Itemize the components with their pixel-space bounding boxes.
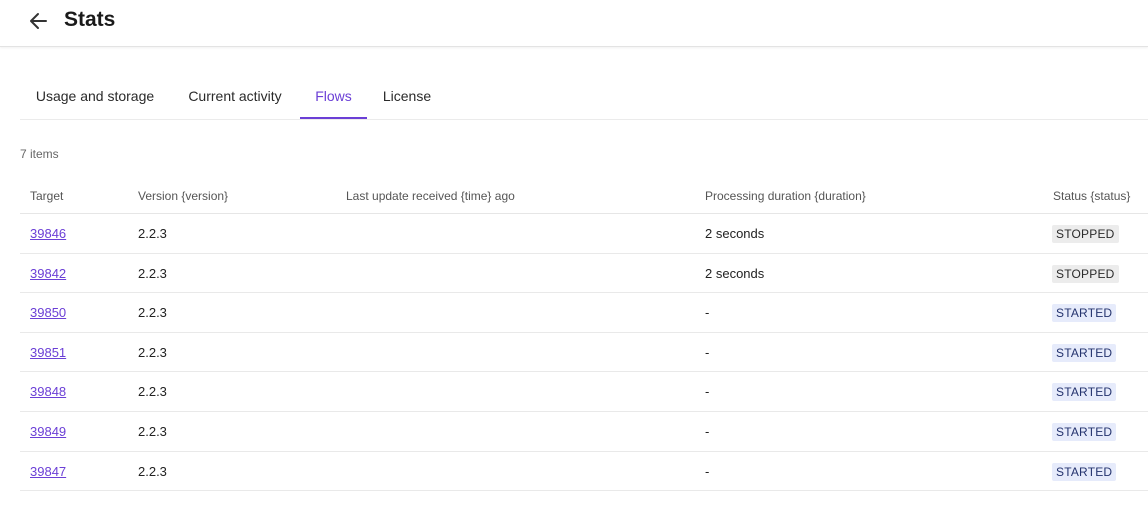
target-link[interactable]: 39842 — [30, 266, 66, 281]
table-row: 39842 2.2.3 2 seconds STOPPED — [20, 254, 1148, 294]
back-button[interactable] — [28, 10, 50, 32]
duration-cell: - — [705, 344, 710, 360]
table-header: Target Version {version} Last update rec… — [20, 176, 1148, 214]
items-count: 7 items — [20, 147, 59, 161]
version-cell: 2.2.3 — [138, 265, 167, 281]
status-badge: STOPPED — [1052, 264, 1119, 283]
column-header-version[interactable]: Version {version} — [138, 189, 228, 203]
table-row: 39848 2.2.3 - STARTED — [20, 372, 1148, 412]
version-cell: 2.2.3 — [138, 226, 167, 241]
tab-current-activity[interactable]: Current activity — [170, 78, 300, 119]
duration-cell: - — [705, 463, 710, 479]
version-cell: 2.2.3 — [138, 344, 167, 360]
flows-table: Target Version {version} Last update rec… — [20, 176, 1148, 492]
tab-license[interactable]: License — [367, 78, 447, 119]
target-link[interactable]: 39846 — [30, 226, 66, 241]
column-header-target[interactable]: Target — [30, 189, 63, 203]
arrow-left-icon — [30, 13, 47, 29]
status-badge: STARTED — [1052, 422, 1117, 441]
duration-cell: - — [705, 305, 710, 321]
version-cell: 2.2.3 — [138, 384, 167, 400]
status-badge: STARTED — [1052, 383, 1117, 402]
table-row: 39849 2.2.3 - STARTED — [20, 412, 1148, 452]
table-row: 39847 2.2.3 - STARTED — [20, 452, 1148, 492]
target-link[interactable]: 39850 — [30, 305, 66, 320]
status-badge: STOPPED — [1052, 225, 1119, 243]
duration-cell: 2 seconds — [705, 226, 765, 241]
table-row: 39846 2.2.3 2 seconds STOPPED — [20, 214, 1148, 254]
tab-bar: Usage and storage Current activity Flows… — [20, 78, 1148, 120]
version-cell: 2.2.3 — [138, 423, 167, 439]
table-body: 39846 2.2.3 2 seconds STOPPED 39842 2.2.3 2 se… — [20, 214, 1148, 492]
page-title: Stats — [64, 8, 116, 31]
page-header: Stats — [0, 0, 1148, 47]
table-row: 39850 2.2.3 - STARTED — [20, 293, 1148, 333]
version-cell: 2.2.3 — [138, 305, 167, 321]
duration-cell: - — [705, 423, 710, 439]
column-header-status[interactable]: Status {status} — [1053, 189, 1130, 203]
status-badge: STARTED — [1052, 343, 1117, 362]
column-header-duration[interactable]: Processing duration {duration} — [705, 189, 866, 203]
target-link[interactable]: 39849 — [30, 424, 66, 439]
duration-cell: - — [705, 384, 710, 400]
duration-cell: 2 seconds — [705, 265, 765, 281]
column-header-last-update[interactable]: Last update received {time} ago — [346, 189, 515, 203]
status-badge: STARTED — [1052, 304, 1117, 323]
tab-usage-and-storage[interactable]: Usage and storage — [20, 78, 170, 119]
target-link[interactable]: 39847 — [30, 464, 66, 479]
target-link[interactable]: 39851 — [30, 345, 66, 360]
tab-flows[interactable]: Flows — [300, 78, 367, 119]
table-row: 39851 2.2.3 - STARTED — [20, 333, 1148, 373]
target-link[interactable]: 39848 — [30, 384, 66, 399]
version-cell: 2.2.3 — [138, 463, 167, 479]
status-badge: STARTED — [1052, 462, 1117, 481]
